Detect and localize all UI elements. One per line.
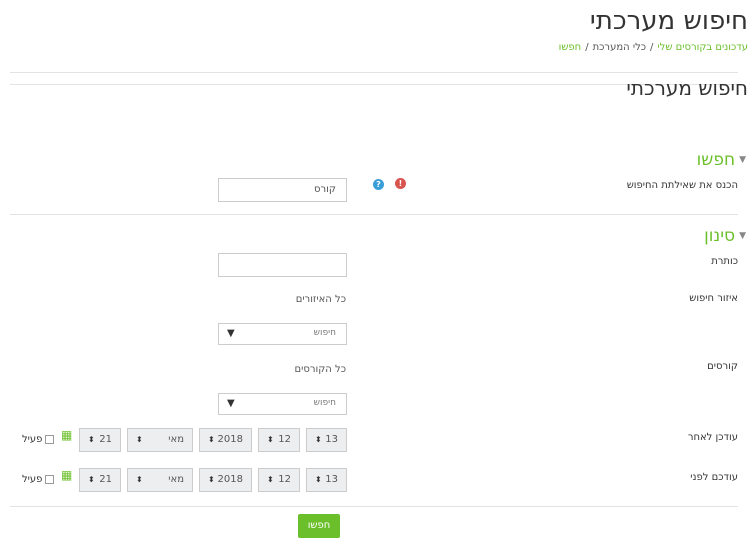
courses-selected-value: כל הקורסים [294,364,346,375]
help-icon[interactable]: ? [373,179,384,190]
modified-after-hour-select[interactable]: ⬍ 12 [258,428,300,452]
page-title: חיפוש מערכתי [589,6,748,36]
area-search-select[interactable]: ▼ חיפוש [218,323,347,345]
modified-before-month-select[interactable]: ⬍ מאי [127,468,193,492]
enable-label: פעיל [22,434,43,445]
breadcrumb: עדכונים בקורסים שלי/כלי המערכת/חפשו [559,42,748,53]
updown-icon: ⬍ [267,475,274,484]
updown-icon: ⬍ [136,475,143,484]
collapse-caret-icon: ▼ [739,155,746,165]
modified-after-enable[interactable]: פעיל [22,434,55,445]
submit-search-button[interactable]: חפשו [298,514,340,538]
courses-label: קורסים [707,361,738,372]
filter-legend[interactable]: סינון ▼ [704,226,746,246]
updown-icon: ⬍ [88,435,95,444]
title-label: כותרת [711,256,738,267]
calendar-icon[interactable]: ▦ [61,428,72,442]
updown-icon: ⬍ [315,435,322,444]
updown-icon: ⬍ [208,435,215,444]
area-search-placeholder: חיפוש [313,328,336,338]
modified-before-minute-select[interactable]: ⬍ 13 [306,468,347,492]
divider [10,506,738,507]
modified-before-enable[interactable]: פעיל [22,474,55,485]
hour-value: 12 [278,434,291,445]
updown-icon: ⬍ [136,435,143,444]
search-legend[interactable]: חפשו ▼ [697,150,746,170]
updown-icon: ⬍ [267,435,274,444]
modified-before-day-select[interactable]: ⬍ 21 [79,468,121,492]
divider [10,72,738,73]
search-legend-text: חפשו [696,150,736,170]
minute-value: 13 [325,434,338,445]
breadcrumb-separator: / [585,42,589,53]
day-value: 21 [99,474,112,485]
modified-after-minute-select[interactable]: ⬍ 13 [306,428,347,452]
updown-icon: ⬍ [315,475,322,484]
enable-label: פעיל [22,474,43,485]
hour-value: 12 [278,474,291,485]
collapse-caret-icon: ▼ [739,231,746,241]
breadcrumb-item-search[interactable]: חפשו [559,42,582,53]
calendar-icon[interactable]: ▦ [61,468,72,482]
year-value: 2018 [217,434,243,445]
day-value: 21 [99,434,112,445]
dropdown-arrow-icon: ▼ [227,328,235,339]
month-value: מאי [168,434,184,445]
area-selected-value: כל האיזורים [295,294,346,305]
enable-checkbox[interactable] [45,434,55,444]
filter-legend-text: סינון [704,226,736,246]
breadcrumb-item-updates[interactable]: עדכונים בקורסים שלי [657,42,748,53]
updown-icon: ⬍ [88,475,95,484]
modified-before-hour-select[interactable]: ⬍ 12 [258,468,300,492]
courses-search-placeholder: חיפוש [313,398,336,408]
query-label: הכנס את שאילתת החיפוש [626,180,738,191]
month-value: מאי [168,474,184,485]
section-heading: חיפוש מערכתי [626,76,748,100]
modified-after-year-select[interactable]: ⬍ 2018 [199,428,252,452]
enable-checkbox[interactable] [45,474,55,484]
modified-after-day-select[interactable]: ⬍ 21 [79,428,121,452]
modified-before-label: עודכם לפני [690,472,738,483]
breadcrumb-separator: / [650,42,654,53]
area-label: איזור חיפוש [689,293,738,304]
minute-value: 13 [325,474,338,485]
modified-before-year-select[interactable]: ⬍ 2018 [199,468,252,492]
divider [10,214,738,215]
courses-search-select[interactable]: ▼ חיפוש [218,393,347,415]
title-input[interactable] [218,253,347,277]
year-value: 2018 [217,474,243,485]
modified-after-month-select[interactable]: ⬍ מאי [127,428,193,452]
dropdown-arrow-icon: ▼ [227,398,235,409]
search-query-input[interactable]: קורס [218,178,347,202]
required-icon: ! [395,178,406,189]
updown-icon: ⬍ [208,475,215,484]
breadcrumb-item-admin-tools[interactable]: כלי המערכת [593,42,646,53]
modified-after-label: עודכן לאחר [687,432,738,443]
